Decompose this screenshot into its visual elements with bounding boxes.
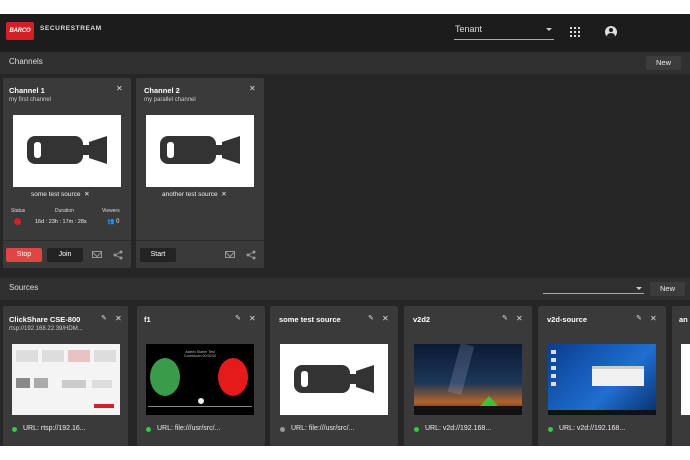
source-title: some test source — [279, 315, 341, 324]
source-title: an — [679, 315, 688, 324]
app-name: SECURESTREAM — [40, 25, 102, 32]
online-status-dot — [12, 427, 17, 432]
top-bar: BARCO SECURESTREAM Tenant — [0, 14, 690, 52]
barco-logo: BARCO — [6, 22, 34, 40]
channel-actions: Start — [136, 240, 264, 268]
channel-actions: Stop Join — [3, 240, 131, 268]
edit-icon[interactable]: ✎ — [235, 315, 241, 322]
mail-icon[interactable] — [92, 251, 102, 258]
online-status-dot — [146, 427, 151, 432]
source-url: URL: file:///usr/src/... — [291, 425, 355, 432]
remove-source-icon[interactable]: ✕ — [82, 191, 89, 198]
account-circle-icon[interactable] — [605, 26, 617, 38]
source-url: URL: v2d://192.168... — [425, 425, 492, 432]
chevron-down-icon — [546, 28, 552, 31]
live-status-indicator — [14, 218, 21, 225]
camera-icon — [27, 136, 107, 164]
tenant-label: Tenant — [455, 24, 483, 34]
source-title: v2d2 — [413, 315, 431, 324]
share-icon[interactable] — [113, 250, 123, 260]
remove-source-icon[interactable]: ✕ — [219, 191, 226, 198]
mail-icon[interactable] — [225, 251, 235, 258]
chevron-down-icon — [636, 287, 642, 290]
offline-status-dot — [280, 427, 285, 432]
status-label: Status — [11, 208, 26, 214]
source-card-f1[interactable]: f1 ✎ ✕ Asterix Starter Test Countdown 00… — [137, 306, 265, 446]
channels-header: Channels New — [0, 52, 690, 74]
share-icon[interactable] — [246, 250, 256, 260]
source-card-v2d2[interactable]: v2d2 ✎ ✕ URL: v2d://192.168... — [404, 306, 532, 446]
channel-title: Channel 1 — [9, 86, 45, 95]
close-icon[interactable]: ✕ — [249, 85, 256, 93]
source-card-v2d-source[interactable]: v2d-source ✎ ✕ URL: v2d://192.168... — [538, 306, 666, 446]
source-card-some-test-source[interactable]: some test source ✎ ✕ URL: file:///usr/sr… — [270, 306, 398, 446]
tenant-select[interactable]: Tenant — [454, 24, 554, 40]
apps-grid-icon[interactable] — [570, 27, 580, 37]
join-button[interactable]: Join — [47, 248, 83, 262]
test-pattern-caption: Asterix Starter Test Countdown 00:00:00 — [183, 350, 217, 358]
online-status-dot — [548, 427, 553, 432]
source-filter-select[interactable] — [543, 282, 644, 294]
channels-title: Channels — [9, 57, 43, 66]
source-tag-label: another test source — [162, 191, 218, 198]
close-icon[interactable]: ✕ — [115, 315, 122, 323]
app-window: BARCO SECURESTREAM Tenant Channels New C… — [0, 14, 690, 446]
close-icon[interactable]: ✕ — [116, 85, 123, 93]
new-channel-button[interactable]: New — [646, 56, 681, 70]
source-preview — [414, 344, 522, 415]
start-button[interactable]: Start — [140, 248, 176, 262]
new-source-button[interactable]: New — [650, 282, 685, 296]
edit-icon[interactable]: ✎ — [368, 315, 374, 322]
camera-icon — [160, 136, 240, 164]
close-icon[interactable]: ✕ — [382, 315, 389, 323]
channel-card-2[interactable]: Channel 2 my parallel channel ✕ another … — [136, 78, 264, 268]
edit-icon[interactable]: ✎ — [636, 315, 642, 322]
edit-icon[interactable]: ✎ — [101, 315, 107, 322]
source-title: v2d-source — [547, 315, 588, 324]
source-url: URL: v2d://192.168... — [559, 425, 626, 432]
channel-subtitle: my parallel channel — [144, 97, 196, 103]
close-icon[interactable]: ✕ — [249, 315, 256, 323]
close-icon[interactable]: ✕ — [516, 315, 523, 323]
source-title: ClickShare CSE-800 — [9, 315, 81, 324]
duration-label: Duration — [55, 208, 74, 214]
source-title: f1 — [144, 315, 151, 324]
source-url: URL: file:///usr/src/... — [157, 425, 221, 432]
channel-title: Channel 2 — [144, 86, 180, 95]
sources-header: Sources New — [0, 278, 690, 300]
source-url: URL: rtsp://192.16... — [23, 425, 86, 432]
channel-preview — [146, 115, 254, 187]
channel-preview — [13, 115, 121, 187]
online-status-dot — [414, 427, 419, 432]
close-icon[interactable]: ✕ — [650, 315, 657, 323]
stop-button[interactable]: Stop — [6, 248, 42, 262]
source-card-partial[interactable]: an — [672, 306, 690, 446]
channel-subtitle: my first channel — [9, 97, 52, 103]
channel-card-1[interactable]: Channel 1 my first channel ✕ some test s… — [3, 78, 131, 268]
source-card-clickshare[interactable]: ClickShare CSE-800 rtsp://192.168.22.39/… — [3, 306, 128, 446]
edit-icon[interactable]: ✎ — [502, 315, 508, 322]
people-icon: 👥 — [107, 219, 115, 225]
sources-title: Sources — [9, 283, 39, 292]
source-tag-label: some test source — [31, 191, 81, 198]
source-address: rtsp://192.168.22.39/HDM... — [9, 326, 83, 332]
duration-value: 16d : 23h : 17m : 28s — [35, 219, 87, 225]
source-preview — [280, 344, 388, 415]
viewers-label: Viewers — [102, 208, 120, 214]
source-tag: some test source ✕ — [31, 190, 90, 198]
camera-icon — [294, 365, 374, 393]
source-preview — [548, 344, 656, 415]
source-preview — [12, 344, 120, 415]
source-preview — [681, 344, 690, 415]
source-tag: another test source ✕ — [162, 190, 227, 198]
source-preview: Asterix Starter Test Countdown 00:00:00 — [146, 344, 254, 415]
viewers-count: 👥 0 — [107, 219, 120, 225]
